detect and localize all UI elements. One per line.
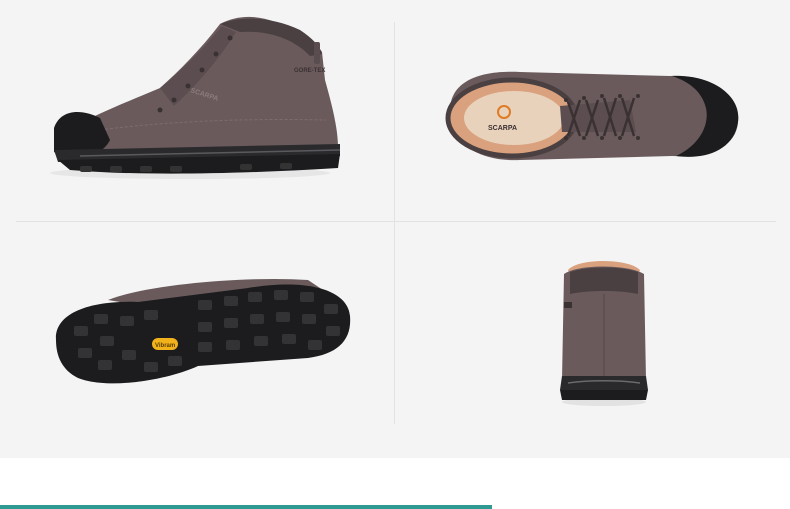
scarpa-insole-logo: SCARPA (488, 125, 517, 132)
page-bottom-strip (0, 458, 790, 509)
product-image-gallery: SCARPA GORE-TEX SCARPA Vibram (0, 0, 790, 458)
accent-progress-bar (0, 505, 492, 509)
gore-tex-badge: GORE-TEX (294, 68, 325, 74)
boot-side-view-photo: SCARPA GORE-TEX (40, 10, 360, 190)
grid-divider-horizontal (16, 221, 776, 222)
boot-back-view-photo (548, 250, 658, 410)
shoe-top-view-photo: SCARPA (440, 56, 750, 176)
vibram-badge: Vibram (155, 343, 175, 349)
grid-divider-vertical (394, 22, 395, 424)
shoe-sole-view-photo: Vibram (48, 270, 358, 392)
